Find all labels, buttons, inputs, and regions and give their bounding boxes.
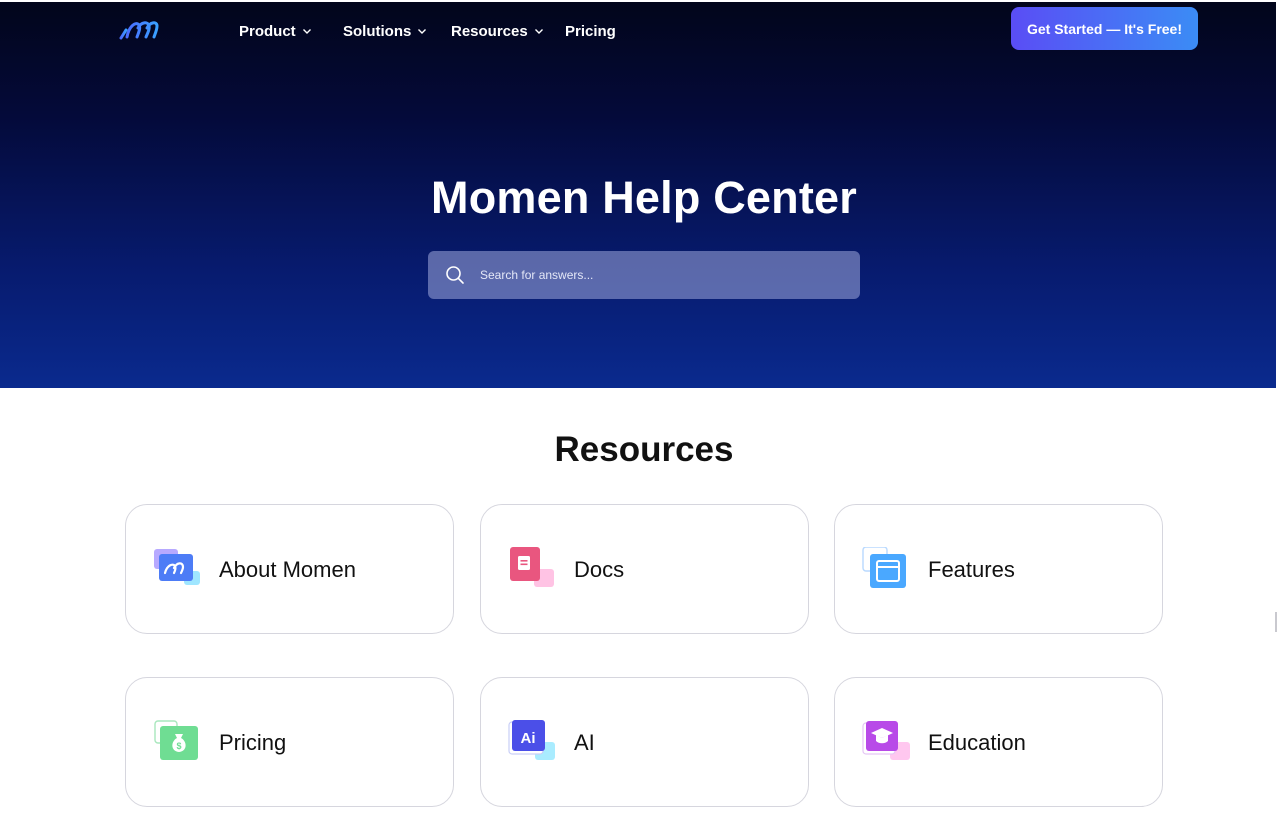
main-nav: Product Solutions Resources Pricing: [239, 20, 616, 42]
card-label: Education: [928, 730, 1026, 755]
resources-heading: Resources: [554, 430, 734, 469]
about-momen-icon: [154, 549, 200, 585]
nav-product-label: Product: [239, 22, 296, 40]
search-input[interactable]: [480, 251, 850, 299]
card-label: Features: [928, 557, 1015, 582]
chevron-down-icon: [418, 29, 427, 34]
scrollbar-edge: [1275, 612, 1277, 632]
education-icon: [862, 721, 910, 760]
chevron-down-icon: [302, 29, 311, 34]
nav-pricing[interactable]: Pricing: [565, 23, 616, 40]
nav-pricing-label: Pricing: [565, 22, 616, 40]
hero-section: Product Solutions Resources Pricing Get …: [0, 0, 1276, 388]
card-label: Docs: [574, 557, 625, 582]
nav-resources-label: Resources: [451, 22, 528, 40]
resource-card-ai[interactable]: Ai AI: [480, 677, 809, 807]
momen-logo-icon[interactable]: [118, 16, 160, 42]
chevron-down-icon: [534, 29, 543, 34]
resource-card-pricing[interactable]: $ Pricing: [125, 677, 454, 807]
pricing-icon: $: [154, 720, 198, 760]
ai-icon: Ai: [508, 720, 555, 760]
nav-solutions-label: Solutions: [343, 22, 412, 40]
docs-icon: [510, 547, 554, 587]
svg-text:Ai: Ai: [521, 730, 536, 747]
nav-solutions[interactable]: Solutions: [343, 23, 451, 40]
card-label: AI: [574, 730, 595, 755]
get-started-button[interactable]: Get Started — It's Free!: [1011, 7, 1198, 50]
nav-resources[interactable]: Resources: [451, 23, 565, 40]
resource-card-about-momen[interactable]: About Momen: [125, 504, 454, 634]
features-icon: [862, 547, 906, 588]
resource-card-docs[interactable]: Docs: [480, 504, 809, 634]
card-label: Pricing: [219, 730, 287, 755]
top-border: [0, 0, 1276, 2]
svg-text:$: $: [176, 741, 181, 751]
resource-card-features[interactable]: Features: [834, 504, 1163, 634]
search-icon: [446, 266, 464, 284]
page-title: Momen Help Center: [431, 172, 857, 223]
card-label: About Momen: [219, 557, 356, 582]
nav-product[interactable]: Product: [239, 23, 343, 40]
search-bar[interactable]: [428, 251, 860, 299]
resource-card-education[interactable]: Education: [834, 677, 1163, 807]
